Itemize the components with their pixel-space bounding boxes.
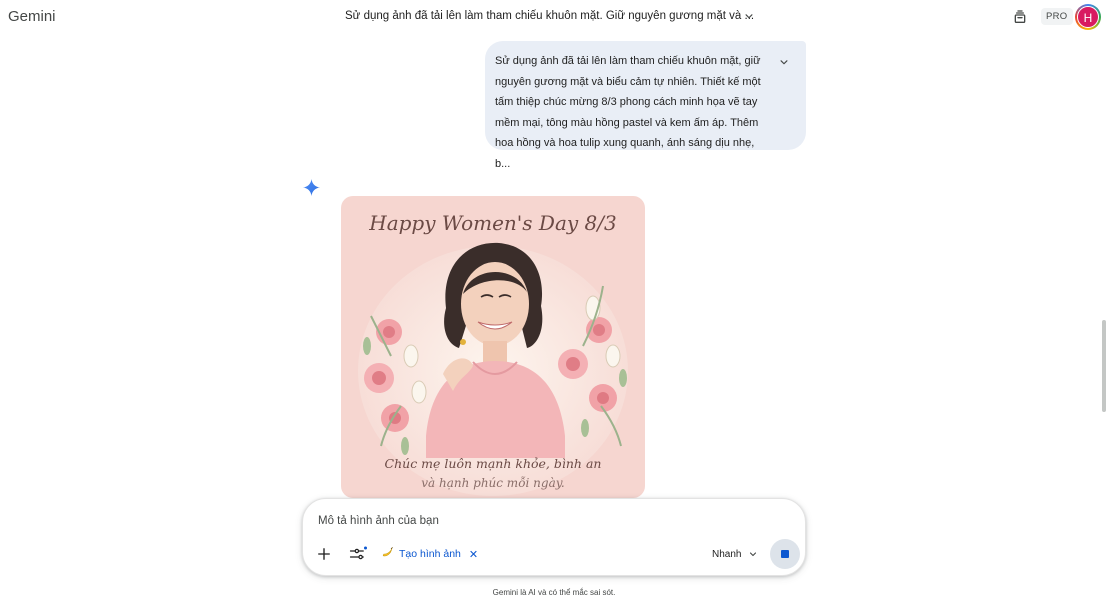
card-caption-line2: và hạnh phúc mỗi ngày. <box>421 475 565 490</box>
card-title-text: Happy Women's Day 8/3 <box>368 211 616 235</box>
top-bar: Gemini Sử dụng ảnh đã tải lên làm tham c… <box>0 0 1108 34</box>
disclaimer-text: Gemini là AI và có thể mắc sai sót. <box>492 588 616 597</box>
expand-message-icon[interactable] <box>777 55 791 69</box>
close-icon[interactable]: ✕ <box>469 548 478 561</box>
chevron-down-icon[interactable] <box>742 9 756 23</box>
card-caption-line1: Chúc mẹ luôn mạnh khỏe, bình an <box>385 456 602 471</box>
mode-label: Nhanh <box>712 548 742 560</box>
tools-icon[interactable] <box>348 545 368 563</box>
prompt-input[interactable] <box>318 512 698 530</box>
stop-generation-button[interactable] <box>770 539 800 569</box>
generated-image[interactable]: Happy Women's Day 8/3 Chúc mẹ luôn mạnh … <box>341 196 645 498</box>
avatar-letter: H <box>1077 6 1099 28</box>
temporary-chat-icon[interactable] <box>1012 9 1028 25</box>
app-logo[interactable]: Gemini <box>8 8 56 25</box>
user-message-text: Sử dụng ảnh đã tải lên làm tham chiếu kh… <box>495 55 761 170</box>
user-message-bubble: Sử dụng ảnh đã tải lên làm tham chiếu kh… <box>485 41 806 170</box>
avatar[interactable]: H <box>1075 4 1101 30</box>
scrollbar-thumb[interactable] <box>1102 320 1106 412</box>
chevron-down-icon <box>750 552 757 557</box>
image-generation-chip-label: Tạo hình ảnh <box>399 548 461 560</box>
pro-badge: PRO <box>1041 8 1073 25</box>
prompt-composer: Tạo hình ảnh ✕ Nhanh <box>302 498 806 576</box>
gemini-spark-icon <box>303 179 320 196</box>
add-attachment-icon[interactable] <box>315 545 333 563</box>
conversation-title[interactable]: Sử dụng ảnh đã tải lên làm tham chiếu kh… <box>345 10 754 22</box>
stop-icon <box>781 550 789 558</box>
image-generation-chip[interactable]: Tạo hình ảnh ✕ <box>381 544 478 564</box>
banana-icon <box>381 546 394 562</box>
mode-selector[interactable]: Nhanh <box>712 545 759 563</box>
